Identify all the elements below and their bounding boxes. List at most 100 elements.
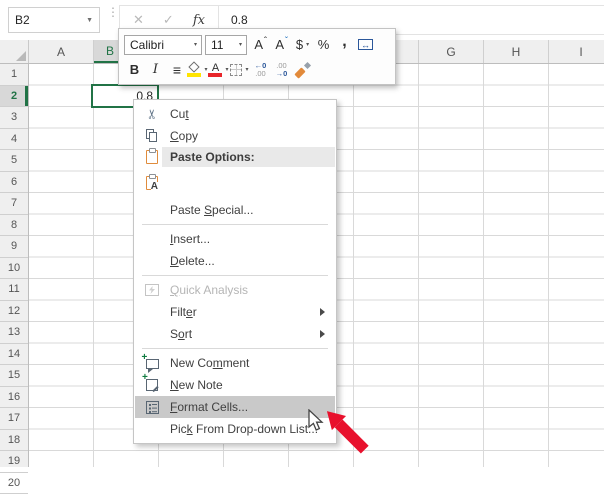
row-header-label: 17 (8, 412, 20, 424)
bold-button-glyph: B (130, 62, 139, 77)
column-header-a[interactable]: A (29, 40, 94, 63)
column-header-h[interactable]: H (484, 40, 549, 63)
select-all-button[interactable] (0, 40, 29, 63)
row-header-label: 16 (8, 391, 20, 403)
menu-item-copy[interactable]: Copy (135, 125, 335, 147)
menu-item-insert[interactable]: Insert... (135, 228, 335, 250)
comma-style-button[interactable]: , (334, 33, 355, 56)
row-header-9[interactable]: 9 (0, 236, 28, 258)
row-header-2[interactable]: 2 (0, 86, 28, 108)
chevron-down-icon[interactable]: ▾ (306, 41, 309, 48)
row-header-8[interactable]: 8 (0, 215, 28, 237)
menu-icon-wrap (143, 376, 161, 394)
row-header-label: 11 (8, 283, 19, 295)
chevron-down-icon[interactable]: ▾ (234, 41, 242, 48)
menu-item-paste-special[interactable]: Paste Special... (135, 199, 335, 221)
borders-button[interactable]: ▾ (229, 58, 250, 81)
italic-button[interactable]: I (145, 58, 166, 81)
menu-item-label: Pick From Drop-down List... (170, 422, 318, 436)
column-header-g[interactable]: G (419, 40, 484, 63)
row-header-5[interactable]: 5 (0, 150, 28, 172)
row-header-17[interactable]: 17 (0, 408, 28, 430)
row-header-20[interactable]: 20 (0, 473, 28, 494)
menu-icon-wrap (143, 281, 161, 299)
row-header-6[interactable]: 6 (0, 172, 28, 194)
clipboard-icon (146, 150, 158, 164)
row-header-label: 13 (8, 326, 20, 338)
menu-item-filter[interactable]: Filter (135, 301, 335, 323)
paste-values-letter: A (151, 182, 158, 191)
accounting-format-button[interactable]: $▾ (292, 33, 313, 56)
column-header-i[interactable]: I (549, 40, 604, 63)
row-header-15[interactable]: 15 (0, 365, 28, 387)
combo-value: 11 (211, 38, 223, 52)
submenu-arrow-icon (320, 330, 325, 338)
font-name-select[interactable]: Calibri▾ (124, 35, 202, 55)
decrease-font-size-button-glyph: A (275, 37, 284, 52)
menu-item-new-note[interactable]: New Note (135, 374, 335, 396)
menu-item-pick-from-drop-down-list[interactable]: Pick From Drop-down List... (135, 418, 335, 440)
increase-font-size-button-glyph: A (254, 37, 263, 52)
format-cells-icon (146, 401, 159, 414)
font-color-icon: A (208, 63, 222, 77)
menu-item-new-comment[interactable]: New Comment (135, 352, 335, 374)
percent-style-button[interactable]: % (313, 33, 334, 56)
row-header-11[interactable]: 11 (0, 279, 28, 301)
font-size-mark-icon: ˆ (264, 36, 267, 45)
name-box-dropdown-icon[interactable]: ▼ (86, 17, 93, 24)
insert-function-icon[interactable]: fx (193, 13, 205, 28)
decrease-font-size-button[interactable]: Aˇ (271, 33, 292, 56)
row-header-4[interactable]: 4 (0, 129, 28, 151)
formula-value[interactable]: 0.8 (231, 13, 248, 27)
increase-font-size-button[interactable]: Aˆ (250, 33, 271, 56)
row-header-7[interactable]: 7 (0, 193, 28, 215)
menu-item-label: Cut (170, 107, 189, 121)
cancel-icon[interactable]: ✕ (133, 12, 144, 28)
row-header-label: 7 (11, 197, 17, 209)
row-header-19[interactable]: 19 (0, 451, 28, 473)
menu-item-label: Delete... (170, 254, 215, 268)
row-header-10[interactable]: 10 (0, 258, 28, 280)
menu-item-label: New Comment (170, 356, 249, 370)
context-menu: ✂Cut Copy Paste Options: A Paste Special... I… (133, 99, 337, 444)
decimal-bottom: .00 (255, 70, 265, 78)
row-header-1[interactable]: 1 (0, 64, 28, 86)
chevron-down-icon[interactable]: ▾ (245, 66, 248, 73)
column-header-label: G (446, 45, 455, 59)
merge-center-icon: ↔ (358, 39, 373, 50)
menu-item-label: Copy (170, 129, 198, 143)
menu-item-sort[interactable]: Sort (135, 323, 335, 345)
chevron-down-icon[interactable]: ▾ (189, 41, 197, 48)
row-header-13[interactable]: 13 (0, 322, 28, 344)
row-header-label: 10 (8, 262, 20, 274)
row-header-label: 5 (11, 154, 17, 166)
enter-icon[interactable]: ✓ (163, 12, 174, 28)
format-painter-icon (295, 62, 310, 77)
increase-decimal-button[interactable]: .00→0 (271, 58, 292, 81)
row-header-3[interactable]: 3 (0, 107, 28, 129)
font-color-button[interactable]: A▾ (208, 58, 229, 81)
formula-bar-splitter-icon[interactable]: ⋮ (107, 9, 119, 16)
row-header-18[interactable]: 18 (0, 430, 28, 452)
font-color-letter: A (212, 63, 219, 73)
fill-color-button[interactable]: ▾ (187, 58, 208, 81)
name-box[interactable]: B2 ▼ (8, 7, 100, 33)
menu-item-format-cells[interactable]: Format Cells... (135, 396, 335, 418)
row-header-12[interactable]: 12 (0, 301, 28, 323)
menu-item-quick-analysis[interactable]: Quick Analysis (135, 279, 335, 301)
decrease-decimal-button[interactable]: ←0.00 (250, 58, 271, 81)
menu-item-delete[interactable]: Delete... (135, 250, 335, 272)
row-header-14[interactable]: 14 (0, 344, 28, 366)
menu-label-paste-options: Paste Options: (135, 147, 335, 167)
bold-button[interactable]: B (124, 58, 145, 81)
paste-values-icon: A (146, 176, 158, 190)
font-size-select[interactable]: 11 ▾ (205, 35, 247, 55)
row-header-16[interactable]: 16 (0, 387, 28, 409)
menu-item-cut[interactable]: ✂Cut (135, 103, 335, 125)
menu-icon-wrap (143, 398, 161, 416)
format-painter-button[interactable] (292, 58, 313, 81)
merge-center-button[interactable]: ↔ (355, 33, 376, 56)
menu-icon-wrap (143, 127, 161, 145)
center-align-button[interactable]: ≡ (166, 58, 187, 81)
paste-option-values-button[interactable]: A (135, 167, 335, 199)
